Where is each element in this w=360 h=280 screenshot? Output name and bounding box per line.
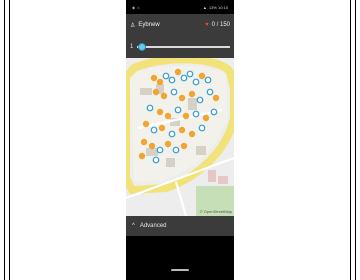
status-bar: ◈ ⌂ ▲ 13% 10:10 [126, 0, 234, 14]
blue-marker[interactable] [186, 70, 194, 78]
orange-marker[interactable] [180, 142, 188, 150]
blue-marker[interactable] [174, 106, 182, 114]
orange-marker[interactable] [156, 108, 164, 116]
blue-marker[interactable] [192, 78, 200, 86]
status-right-text: 13% 10:10 [208, 4, 228, 10]
blue-marker[interactable] [198, 124, 206, 132]
orange-marker[interactable] [212, 94, 220, 102]
chevron-up-icon: ^ [132, 223, 135, 229]
advanced-panel[interactable]: ^ Advanced [126, 216, 234, 236]
slider-thumb[interactable] [137, 43, 146, 51]
username: Eybnew [138, 22, 160, 28]
blue-marker[interactable] [206, 88, 214, 96]
map-attribution: © OpenStreetMap [199, 209, 232, 214]
frame-right-line [350, 0, 351, 280]
slider-track[interactable] [137, 43, 230, 51]
map-view[interactable]: © OpenStreetMap [126, 58, 234, 216]
user-icon: ♙ [130, 22, 136, 29]
orange-marker[interactable] [152, 88, 160, 96]
blue-marker[interactable] [156, 146, 164, 154]
advanced-label: Advanced [139, 223, 167, 229]
orange-marker[interactable] [156, 78, 164, 86]
progress-text: 0 / 150 [211, 22, 230, 28]
blue-marker[interactable] [150, 126, 158, 134]
orange-marker[interactable] [164, 112, 172, 120]
progress-counter[interactable]: ♥ 0 / 150 [205, 22, 230, 28]
frame-right-line-2 [355, 0, 356, 280]
orange-marker[interactable] [178, 126, 186, 134]
orange-marker[interactable] [164, 140, 172, 148]
orange-marker[interactable] [202, 114, 210, 122]
mushroom-icon: ♥ [205, 22, 209, 28]
frame-left-line-2 [9, 0, 10, 280]
signal-icon: ▲ [202, 4, 207, 10]
blue-marker[interactable] [172, 146, 180, 154]
blue-marker[interactable] [210, 108, 218, 116]
orange-marker[interactable] [188, 130, 196, 138]
user-chip[interactable]: ♙ Eybnew [130, 22, 160, 29]
status-right: ▲ 13% 10:10 [203, 5, 228, 10]
blue-marker[interactable] [204, 76, 212, 84]
orange-marker[interactable] [174, 68, 182, 76]
blue-marker[interactable] [180, 74, 188, 82]
orange-marker[interactable] [148, 142, 156, 150]
notification-icon: ◈ [132, 4, 136, 10]
phone-screen: ◈ ⌂ ▲ 13% 10:10 ♙ Eybnew ♥ 0 / 150 1 © O… [126, 0, 234, 280]
slider-value: 1 [130, 44, 134, 50]
blue-marker[interactable] [196, 96, 204, 104]
app-bar: ♙ Eybnew ♥ 0 / 150 [126, 14, 234, 36]
frame-left-line [4, 0, 5, 280]
orange-marker[interactable] [182, 112, 190, 120]
orange-marker[interactable] [140, 138, 148, 146]
status-left-icons: ◈ ⌂ [132, 5, 140, 10]
app-icon: ⌂ [137, 4, 140, 10]
level-slider-bar: 1 [126, 36, 234, 58]
blue-marker[interactable] [192, 110, 200, 118]
nav-gesture-bar[interactable] [171, 269, 189, 271]
orange-marker[interactable] [178, 94, 186, 102]
orange-marker[interactable] [150, 74, 158, 82]
orange-marker[interactable] [142, 120, 150, 128]
blue-marker[interactable] [168, 76, 176, 84]
blue-marker[interactable] [168, 130, 176, 138]
orange-marker[interactable] [138, 152, 146, 160]
blue-marker[interactable] [152, 156, 160, 164]
orange-marker[interactable] [188, 90, 196, 98]
orange-marker[interactable] [198, 72, 206, 80]
orange-marker[interactable] [158, 124, 166, 132]
blue-marker[interactable] [170, 88, 178, 96]
orange-marker[interactable] [160, 92, 168, 100]
map-canvas [126, 58, 234, 216]
blue-marker[interactable] [146, 104, 154, 112]
blue-marker[interactable] [162, 72, 170, 80]
